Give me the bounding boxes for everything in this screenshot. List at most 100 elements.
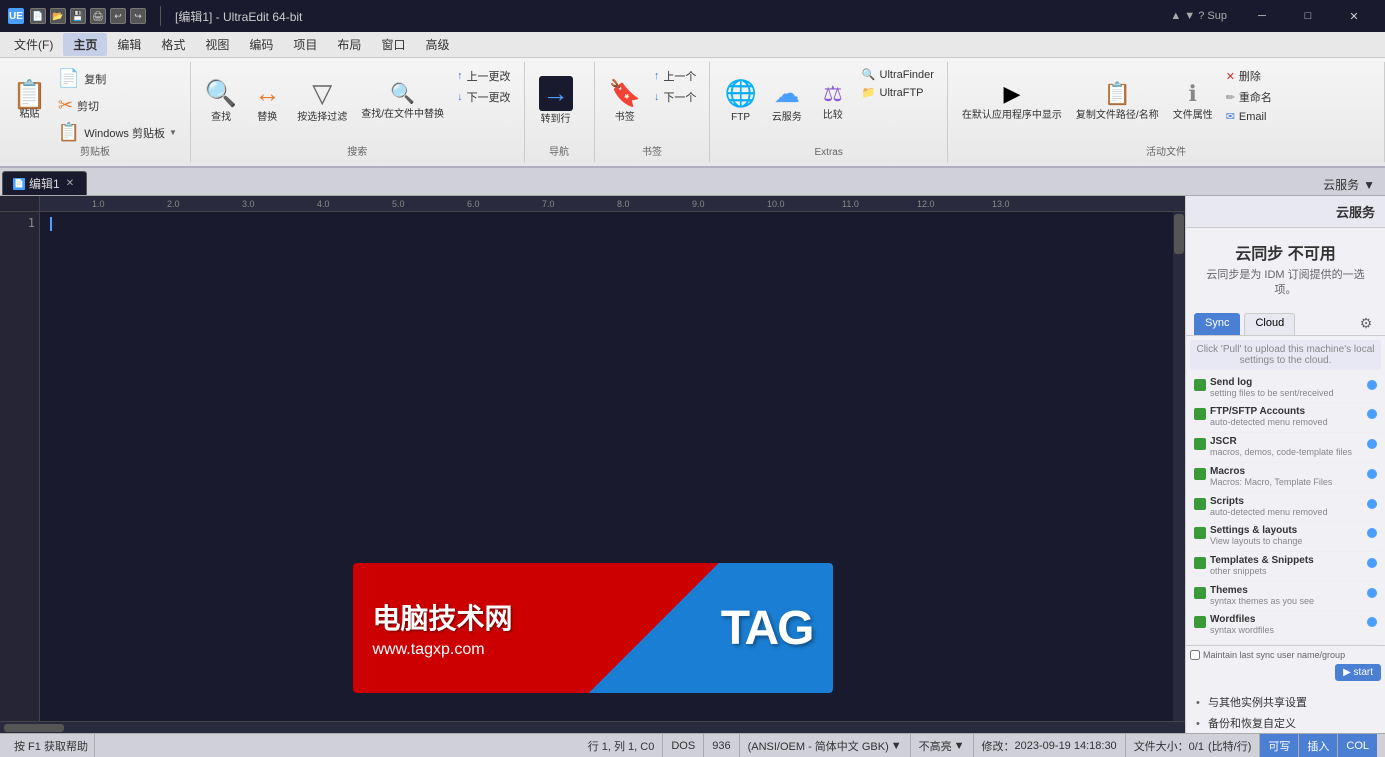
check-scripts[interactable]: [1194, 498, 1206, 510]
check-macros[interactable]: [1194, 468, 1206, 480]
scrollbar-right[interactable]: [1173, 212, 1185, 721]
tab-editor1[interactable]: 📄 编辑1 ✕: [2, 171, 87, 195]
ultraftp-button[interactable]: 📁 UltraFTP: [857, 84, 939, 101]
cloud-button[interactable]: ☁ 云服务: [765, 66, 809, 136]
status-insert[interactable]: 插入: [1299, 734, 1338, 757]
check-settings[interactable]: [1194, 527, 1206, 539]
cloud-item-templates[interactable]: Templates & Snippets other snippets: [1190, 552, 1381, 582]
menu-file[interactable]: 文件(F): [4, 33, 63, 56]
text-cursor: [50, 217, 52, 231]
cloud-item-jscr[interactable]: JSCR macros, demos, code-template files: [1190, 433, 1381, 463]
menu-edit[interactable]: 编辑: [107, 33, 151, 56]
editor-area[interactable]: 1.0 2.0 3.0 4.0 5.0 6.0 7.0 8.0 9.0 10.0…: [0, 196, 1185, 733]
maintain-sync-checkbox[interactable]: Maintain last sync user name/group: [1190, 650, 1381, 660]
prev-result-button[interactable]: ↑ 上一更改: [452, 66, 516, 86]
cloud-item-macros-text: Macros Macros: Macro, Template Files: [1210, 466, 1363, 489]
new-button[interactable]: 📄: [30, 8, 46, 24]
redo-button[interactable]: ↪: [130, 8, 146, 24]
minimize-button[interactable]: ─: [1239, 0, 1285, 32]
maximize-button[interactable]: □: [1285, 0, 1331, 32]
replace-button[interactable]: ↔ 替换: [245, 66, 289, 136]
check-ftp[interactable]: [1194, 408, 1206, 420]
ribbon-group-search: 🔍 查找 ↔ 替换 ▽ 按选择过滤 🔍 查找/在文件中替换 ↑: [191, 62, 525, 162]
menu-view[interactable]: 视图: [195, 33, 239, 56]
menu-home[interactable]: 主页: [63, 33, 107, 56]
undo-button[interactable]: ↩: [110, 8, 126, 24]
check-templates[interactable]: [1194, 557, 1206, 569]
right-panel: 云服务 云同步 不可用 云同步是为 IDM 订阅提供的一选项。 Sync Clo…: [1185, 196, 1385, 733]
ruler-mark-2: 2.0: [165, 199, 240, 209]
status-highlight-arrow[interactable]: ▼: [954, 740, 965, 752]
scrollbar-bottom[interactable]: [0, 721, 1185, 733]
ultraftp-label: UltraFTP: [880, 87, 924, 99]
copy-path-button[interactable]: 📋 复制文件路径/名称: [1070, 66, 1165, 136]
status-encoding-arrow[interactable]: ▼: [891, 740, 902, 752]
cloud-item-themes[interactable]: Themes syntax themes as you see: [1190, 582, 1381, 612]
maintain-sync-input[interactable]: [1190, 650, 1200, 660]
menu-project[interactable]: 项目: [283, 33, 327, 56]
scrollbar-thumb-h[interactable]: [4, 724, 64, 732]
windows-clipboard-button[interactable]: 📋 Windows 剪贴板 ▼: [53, 120, 182, 145]
check-themes[interactable]: [1194, 587, 1206, 599]
save-button[interactable]: 💾: [70, 8, 86, 24]
close-button[interactable]: ✕: [1331, 0, 1377, 32]
status-writable[interactable]: 可写: [1260, 734, 1299, 757]
start-button[interactable]: ▶ start: [1335, 664, 1381, 681]
cloud-tab-cloud[interactable]: Cloud: [1244, 313, 1295, 335]
cloud-list-area: Click 'Pull' to upload this machine's lo…: [1186, 336, 1385, 645]
prev-bookmark-button[interactable]: ↑ 上一个: [649, 66, 702, 86]
bookmark-label: 书签: [615, 112, 635, 124]
paste-label: 粘贴: [19, 109, 39, 121]
rename-label: 重命名: [1239, 89, 1272, 105]
ultrafinder-button[interactable]: 🔍 UltraFinder: [857, 66, 939, 83]
check-sendlog[interactable]: [1194, 379, 1206, 391]
ftp-button[interactable]: 🌐 FTP: [718, 66, 762, 136]
open-in-app-button[interactable]: ▶ 在默认应用程序中显示: [956, 66, 1068, 136]
compare-button[interactable]: ⚖ 比较: [811, 66, 855, 136]
paste-button[interactable]: 📋 粘贴: [8, 66, 51, 136]
rename-button[interactable]: ✏ 重命名: [1221, 87, 1277, 107]
cloud-item-sendlog[interactable]: Send log setting files to be sent/receiv…: [1190, 374, 1381, 404]
file-props-button[interactable]: ℹ 文件属性: [1167, 66, 1219, 136]
delete-button[interactable]: ✕ 删除: [1221, 66, 1277, 86]
cloud-dropdown-arrow[interactable]: ▼: [1363, 178, 1375, 192]
copy-button[interactable]: 📄 复制: [53, 66, 182, 91]
copy-path-icon: 📋: [1104, 81, 1131, 107]
menu-layout[interactable]: 布局: [327, 33, 371, 56]
find-in-files-button[interactable]: 🔍 查找/在文件中替换: [355, 66, 450, 136]
cloud-item-ftp[interactable]: FTP/SFTP Accounts auto-detected menu rem…: [1190, 403, 1381, 433]
quick-access-toolbar: 📄 📂 💾 🖨 ↩ ↪: [30, 8, 146, 24]
check-wordfiles[interactable]: [1194, 616, 1206, 628]
filter-button[interactable]: ▽ 按选择过滤: [291, 66, 353, 136]
sup-label: ▲ ▼ ? Sup: [1162, 10, 1235, 22]
email-button[interactable]: ✉ Email: [1221, 108, 1277, 125]
goto-line-button[interactable]: → 转到行: [533, 66, 579, 136]
cloud-item-wordfiles[interactable]: Wordfiles syntax wordfiles: [1190, 611, 1381, 641]
menu-format[interactable]: 格式: [151, 33, 195, 56]
menu-encode[interactable]: 编码: [239, 33, 283, 56]
check-jscr[interactable]: [1194, 438, 1206, 450]
bookmark-button[interactable]: 🔖 书签: [603, 66, 647, 136]
delete-label: 删除: [1239, 68, 1261, 84]
find-button[interactable]: 🔍 查找: [199, 66, 243, 136]
status-col[interactable]: COL: [1338, 734, 1377, 757]
cloud-item-macros[interactable]: Macros Macros: Macro, Template Files: [1190, 463, 1381, 493]
menu-window[interactable]: 窗口: [371, 33, 415, 56]
bookmark-icon: 🔖: [609, 78, 641, 109]
next-bookmark-button[interactable]: ↓ 下一个: [649, 87, 702, 107]
menu-advanced[interactable]: 高级: [415, 33, 459, 56]
tab-editor1-close[interactable]: ✕: [64, 177, 76, 190]
print-button[interactable]: 🖨: [90, 8, 106, 24]
next-result-button[interactable]: ↓ 下一更改: [452, 87, 516, 107]
open-button[interactable]: 📂: [50, 8, 66, 24]
cut-button[interactable]: ✂ 剪切: [53, 93, 182, 118]
cloud-tab-sync[interactable]: Sync: [1194, 313, 1240, 335]
scrollbar-thumb-v[interactable]: [1174, 214, 1184, 254]
find-in-files-label: 查找/在文件中替换: [361, 109, 444, 121]
ruler-mark-4: 4.0: [315, 199, 390, 209]
cloud-item-settings[interactable]: Settings & layouts View layouts to chang…: [1190, 522, 1381, 552]
cloud-item-scripts[interactable]: Scripts auto-detected menu removed: [1190, 493, 1381, 523]
window-controls: ─ □ ✕: [1239, 0, 1377, 32]
gear-icon[interactable]: ⚙: [1355, 313, 1377, 335]
bookmarks-group-label: 书签: [642, 143, 662, 158]
